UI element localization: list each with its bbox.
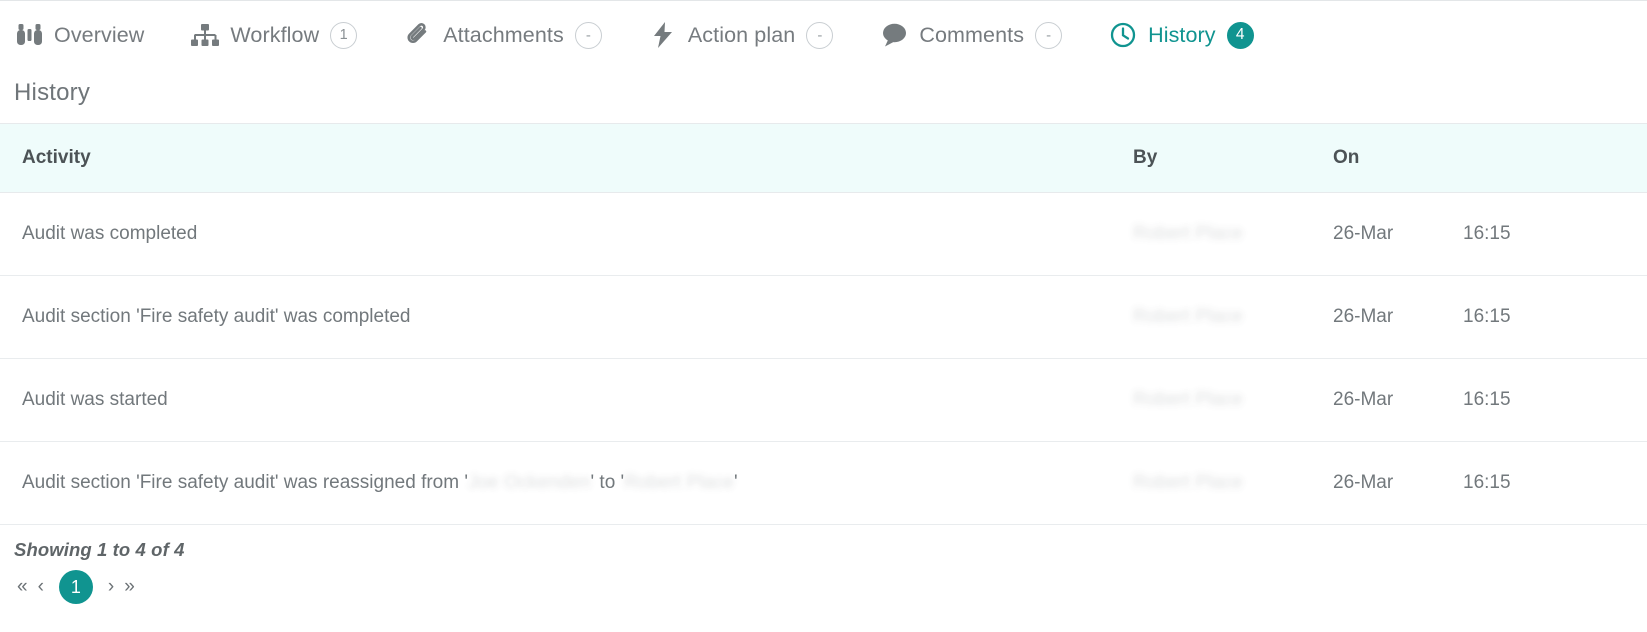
cell-time: 16:15 (1463, 192, 1647, 276)
pagination: « ‹ 1 › » (14, 569, 1647, 604)
redacted-user-name: Robert Place (1133, 388, 1243, 410)
cell-activity: Audit was completed (0, 192, 1133, 276)
column-header-activity[interactable]: Activity (0, 124, 1133, 193)
pagination-prev-button[interactable]: ‹ (35, 577, 47, 596)
history-table-head: Activity By On (0, 124, 1647, 193)
tab-comments-label: Comments (919, 22, 1025, 47)
redacted-user-name: Robert Place (1133, 305, 1243, 327)
tab-history-badge: 4 (1226, 21, 1254, 49)
cell-by: Robert Place (1133, 441, 1333, 525)
sitemap-icon (190, 20, 220, 50)
cell-by: Robert Place (1133, 275, 1333, 359)
history-table-container: Activity By On Audit was completed Rober… (0, 123, 1647, 525)
cell-by: Robert Place (1133, 358, 1333, 442)
cell-date: 26-Mar (1333, 275, 1463, 359)
column-header-time[interactable] (1463, 124, 1647, 193)
table-footer: Showing 1 to 4 of 4 « ‹ 1 › » (0, 525, 1647, 604)
lightning-icon (648, 20, 678, 50)
pagination-next-button[interactable]: › (105, 577, 117, 596)
tab-history[interactable]: History 4 (1108, 1, 1254, 69)
cell-date: 26-Mar (1333, 441, 1463, 525)
tab-workflow-badge: 1 (330, 21, 358, 49)
activity-redacted-name-to: Robert Place (624, 471, 735, 493)
showing-count-label: Showing 1 to 4 of 4 (14, 538, 185, 560)
table-row: Audit was started Robert Place 26-Mar 16… (0, 358, 1647, 442)
page-title: History (14, 79, 91, 106)
pagination-last-button[interactable]: » (121, 577, 138, 596)
tab-comments[interactable]: Comments - (879, 1, 1063, 69)
clock-icon (1108, 20, 1138, 50)
activity-redacted-name-from: Joe Ockenden (467, 471, 591, 493)
table-row: Audit section 'Fire safety audit' was co… (0, 275, 1647, 359)
cell-activity: Audit was started (0, 358, 1133, 442)
activity-text: Audit section 'Fire safety audit' was co… (22, 305, 411, 327)
table-row: Audit section 'Fire safety audit' was re… (0, 441, 1647, 525)
tab-action-plan-badge: - (806, 21, 834, 49)
redacted-user-name: Robert Place (1133, 222, 1243, 244)
redacted-user-name: Robert Place (1133, 471, 1243, 493)
cell-time: 16:15 (1463, 441, 1647, 525)
history-table-body: Audit was completed Robert Place 26-Mar … (0, 192, 1647, 525)
activity-text-mid: ' to ' (590, 471, 625, 493)
activity-text: Audit was started (22, 388, 168, 410)
tab-history-label: History (1148, 22, 1216, 47)
tab-workflow[interactable]: Workflow 1 (190, 1, 358, 69)
cell-time: 16:15 (1463, 358, 1647, 442)
column-header-by[interactable]: By (1133, 124, 1333, 193)
binoculars-icon (14, 20, 44, 50)
paperclip-icon (403, 20, 433, 50)
cell-time: 16:15 (1463, 275, 1647, 359)
comment-icon (879, 20, 909, 50)
cell-activity: Audit section 'Fire safety audit' was re… (0, 441, 1133, 525)
pagination-page-1[interactable]: 1 (58, 569, 93, 604)
activity-text: Audit was completed (22, 222, 198, 244)
tab-overview-label: Overview (54, 22, 145, 47)
table-row: Audit was completed Robert Place 26-Mar … (0, 192, 1647, 276)
tab-action-plan[interactable]: Action plan - (648, 1, 834, 69)
cell-activity: Audit section 'Fire safety audit' was co… (0, 275, 1133, 359)
tab-overview[interactable]: Overview (14, 1, 144, 69)
activity-text-suffix: ' (734, 471, 738, 493)
cell-by: Robert Place (1133, 192, 1333, 276)
column-header-on[interactable]: On (1333, 124, 1463, 193)
tab-attachments-label: Attachments (443, 22, 564, 47)
tab-action-plan-label: Action plan (687, 22, 796, 47)
tab-attachments[interactable]: Attachments - (403, 1, 602, 69)
tab-workflow-label: Workflow (230, 22, 320, 47)
activity-text: Audit section 'Fire safety audit' was re… (22, 471, 468, 493)
tab-comments-badge: - (1035, 21, 1063, 49)
cell-date: 26-Mar (1333, 192, 1463, 276)
tab-attachments-badge: - (574, 21, 602, 49)
table-header-row: Activity By On (0, 124, 1647, 193)
cell-date: 26-Mar (1333, 358, 1463, 442)
pagination-first-button[interactable]: « (14, 577, 31, 596)
history-table: Activity By On Audit was completed Rober… (0, 124, 1647, 525)
detail-tab-bar: Overview Workflow 1 Attachments - Action… (0, 0, 1647, 69)
